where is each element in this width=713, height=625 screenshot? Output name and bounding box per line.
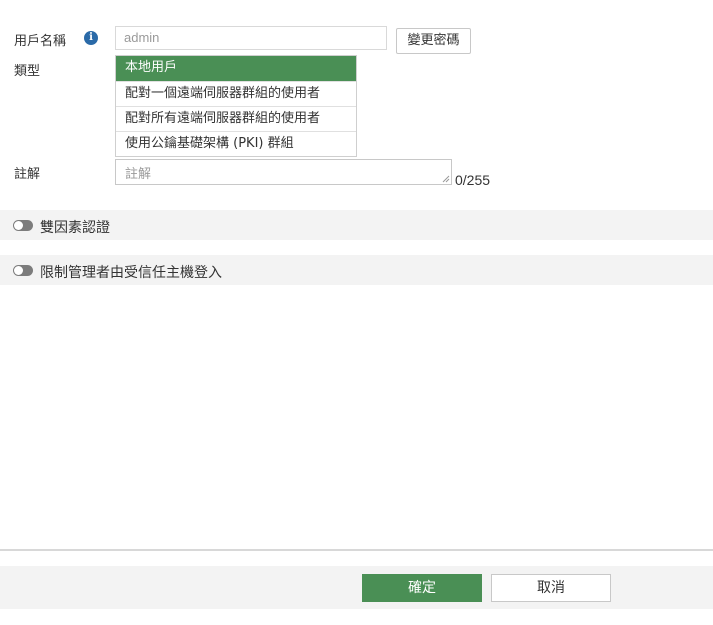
trusted-hosts-section: 限制管理者由受信任主機登入	[0, 255, 713, 285]
comment-label: 註解	[14, 167, 41, 182]
ok-button[interactable]: 確定	[362, 574, 482, 602]
type-option-list: 本地用戶 配對一個遠端伺服器群組的使用者 配對所有遠端伺服器群組的使用者 使用公…	[115, 55, 357, 157]
type-option-local-user[interactable]: 本地用戶	[116, 56, 356, 81]
type-option-match-one-remote-group[interactable]: 配對一個遠端伺服器群組的使用者	[116, 81, 356, 106]
trusted-hosts-label: 限制管理者由受信任主機登入	[40, 265, 222, 281]
type-option-pki-group[interactable]: 使用公鑰基礎架構 (PKI) 群組	[116, 131, 356, 156]
comment-char-counter: 0/255	[455, 172, 491, 188]
username-label: 用戶名稱	[14, 34, 67, 49]
footer-bar: 確定 取消	[0, 566, 713, 609]
resize-grip-icon[interactable]	[442, 175, 450, 183]
toggle-knob	[14, 266, 23, 275]
change-password-button[interactable]: 變更密碼	[396, 28, 471, 54]
info-icon[interactable]: i	[84, 31, 98, 45]
two-factor-label: 雙因素認證	[40, 220, 110, 236]
username-input[interactable]: admin	[115, 26, 387, 50]
comment-placeholder: 註解	[125, 167, 152, 182]
type-option-match-all-remote-groups[interactable]: 配對所有遠端伺服器群組的使用者	[116, 106, 356, 131]
two-factor-section: 雙因素認證	[0, 210, 713, 240]
divider	[0, 549, 713, 551]
two-factor-toggle[interactable]	[13, 220, 33, 231]
comment-textarea[interactable]: 註解	[115, 159, 452, 185]
cancel-button[interactable]: 取消	[491, 574, 611, 602]
trusted-hosts-toggle[interactable]	[13, 265, 33, 276]
toggle-knob	[14, 221, 23, 230]
type-label: 類型	[14, 64, 41, 79]
